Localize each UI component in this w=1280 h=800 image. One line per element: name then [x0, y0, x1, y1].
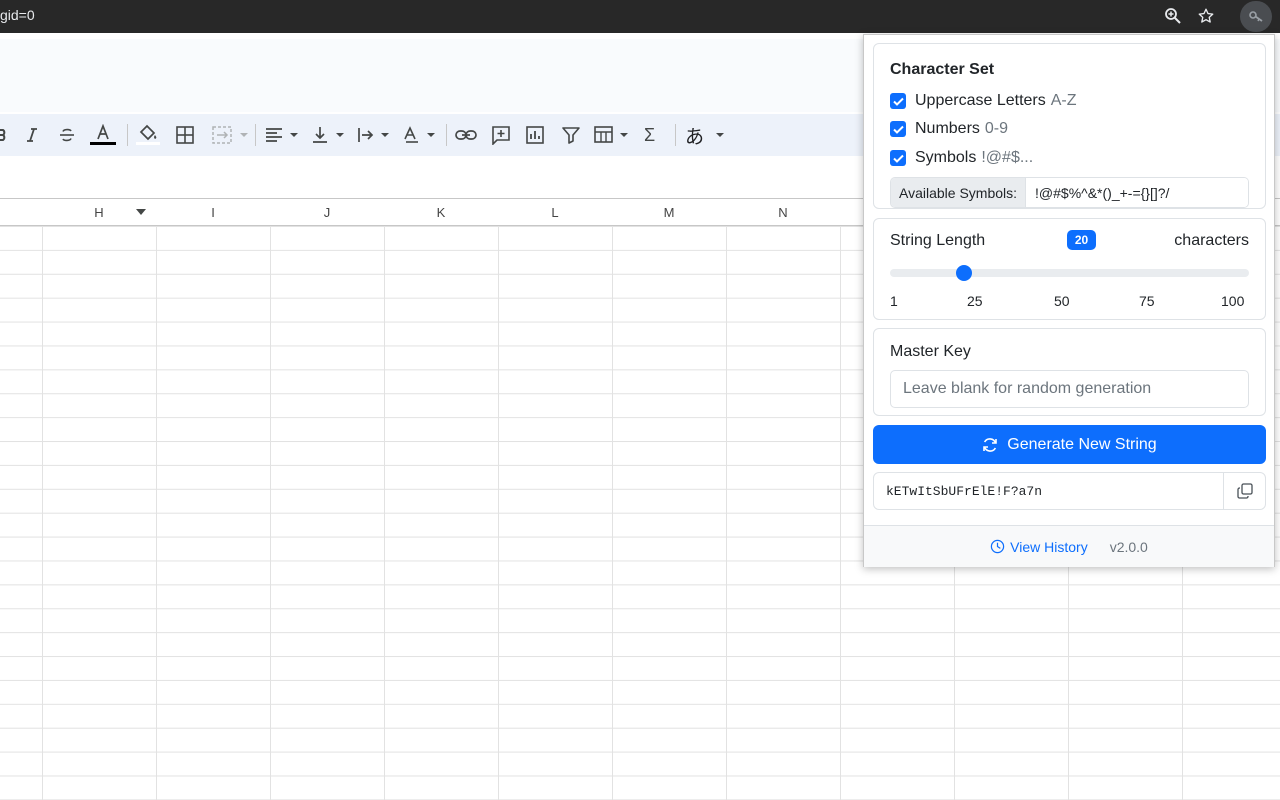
master-key-label: Master Key — [890, 343, 971, 360]
view-history-link[interactable]: View History — [990, 539, 1088, 555]
symbols-option[interactable]: Symbols !@#$... — [890, 148, 1033, 168]
address-bar-url[interactable]: gid=0 — [0, 7, 35, 23]
extension-popup: Character Set Uppercase Letters A-Z Numb… — [863, 34, 1275, 567]
length-tick: 50 — [1054, 293, 1070, 309]
uppercase-label: Uppercase Letters — [915, 92, 1046, 109]
extension-icon[interactable] — [1240, 1, 1272, 32]
strikethrough-icon[interactable] — [58, 124, 76, 146]
charset-title: Character Set — [890, 61, 995, 78]
numbers-label: Numbers — [915, 120, 980, 137]
uppercase-option[interactable]: Uppercase Letters A-Z — [890, 91, 1077, 111]
generated-string[interactable]: kETwItSbUFrElE!F?a7n — [874, 473, 1223, 509]
refresh-icon — [983, 437, 998, 452]
copy-button[interactable] — [1223, 473, 1265, 509]
column-label: I — [211, 204, 215, 220]
uppercase-checkbox[interactable] — [890, 93, 906, 109]
fill-color-icon[interactable] — [136, 124, 160, 146]
align-horizontal-icon[interactable] — [265, 124, 301, 146]
chart-icon[interactable] — [526, 124, 544, 146]
column-label: L — [551, 204, 559, 220]
zoom-icon[interactable] — [1162, 5, 1184, 27]
symbols-checkbox[interactable] — [890, 150, 906, 166]
link-icon[interactable] — [455, 124, 477, 146]
borders-icon[interactable] — [176, 124, 194, 146]
numbers-option[interactable]: Numbers 0-9 — [890, 119, 1008, 139]
copy-icon — [1236, 483, 1253, 499]
length-tick: 1 — [890, 293, 898, 309]
column-header-G[interactable] — [0, 198, 43, 226]
length-unit: characters — [1174, 232, 1249, 249]
popup-footer: View History v2.0.0 — [864, 525, 1274, 567]
column-label: N — [778, 204, 788, 220]
text-color-icon[interactable] — [90, 124, 116, 146]
length-card: String Length 20 characters 1 25 50 75 1… — [873, 218, 1266, 320]
browser-toolbar: gid=0 — [0, 0, 1280, 33]
length-slider-track[interactable] — [890, 269, 1249, 277]
master-key-card: Master Key — [873, 328, 1266, 416]
comment-icon[interactable] — [491, 124, 511, 146]
column-header-N[interactable]: N — [726, 198, 841, 226]
symbols-label: Symbols — [915, 149, 977, 166]
available-symbols-input[interactable]: !@#$%^&*()_+-={}[]?/ — [1026, 178, 1248, 207]
column-label: J — [323, 204, 331, 220]
text-wrap-icon[interactable] — [357, 124, 391, 146]
column-header-I[interactable]: I — [156, 198, 271, 226]
column-label: M — [663, 204, 675, 220]
functions-icon[interactable]: Σ — [644, 124, 655, 146]
uppercase-hint: A-Z — [1050, 92, 1077, 109]
column-header-H[interactable]: H — [42, 198, 157, 226]
italic-icon[interactable] — [24, 124, 40, 146]
align-vertical-icon[interactable] — [312, 124, 346, 146]
symbols-hint: !@#$... — [981, 149, 1034, 166]
charset-card: Character Set Uppercase Letters A-Z Numb… — [873, 43, 1266, 209]
available-symbols-label: Available Symbols: — [891, 178, 1027, 207]
generate-button[interactable]: Generate New String — [873, 425, 1266, 464]
length-tick: 100 — [1221, 293, 1245, 309]
input-tools-icon[interactable]: あ — [685, 124, 728, 148]
column-menu-icon — [136, 209, 146, 215]
length-tick: 75 — [1139, 293, 1155, 309]
column-header-L[interactable]: L — [498, 198, 613, 226]
clock-icon — [990, 539, 1005, 554]
numbers-checkbox[interactable] — [890, 121, 906, 137]
available-symbols-group: Available Symbols: !@#$%^&*()_+-={}[]?/ — [890, 177, 1249, 208]
column-header-K[interactable]: K — [384, 198, 499, 226]
output-group: kETwItSbUFrElE!F?a7n — [873, 472, 1266, 510]
view-history-label: View History — [1010, 538, 1088, 555]
input-tools-glyph: あ — [685, 126, 705, 148]
filter-icon[interactable] — [562, 124, 580, 146]
bold-icon[interactable] — [0, 124, 6, 146]
version-label: v2.0.0 — [1109, 538, 1148, 555]
length-value-badge: 20 — [1067, 230, 1096, 250]
length-label: String Length — [890, 232, 986, 249]
length-tick: 25 — [967, 293, 983, 309]
column-header-J[interactable]: J — [270, 198, 385, 226]
numbers-hint: 0-9 — [984, 120, 1009, 137]
filter-views-icon[interactable] — [594, 124, 630, 146]
length-slider-thumb[interactable] — [955, 265, 972, 281]
merge-cells-icon[interactable] — [212, 124, 250, 146]
star-icon[interactable] — [1195, 5, 1217, 27]
generate-label: Generate New String — [1007, 435, 1157, 453]
column-label: H — [94, 204, 104, 220]
column-label: K — [436, 204, 446, 220]
text-rotation-icon[interactable] — [402, 124, 438, 146]
master-key-input[interactable] — [890, 370, 1249, 408]
column-header-M[interactable]: M — [612, 198, 727, 226]
